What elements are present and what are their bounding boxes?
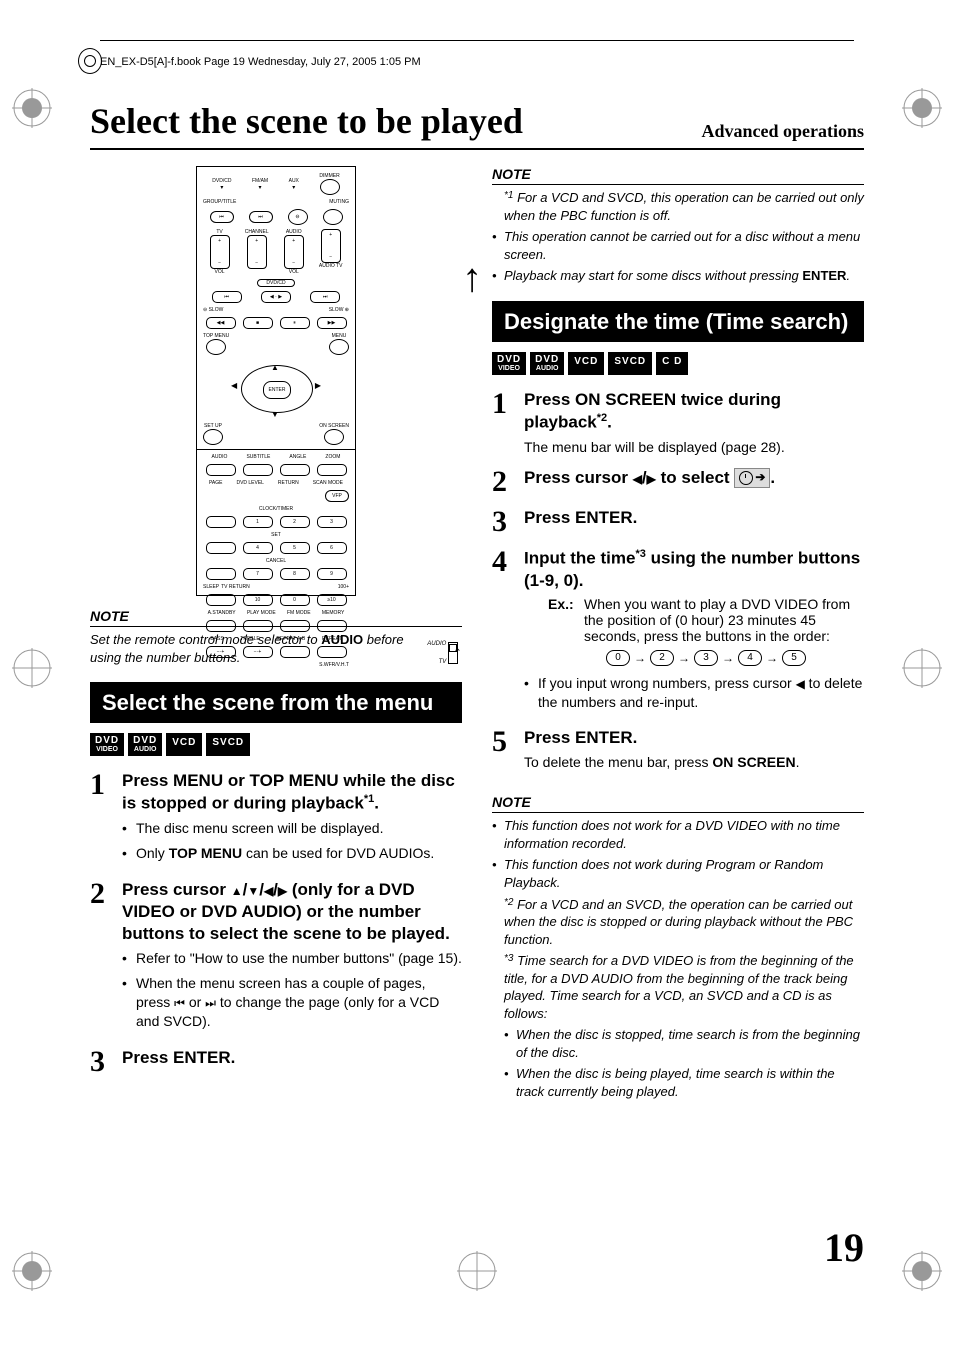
num-button-icon: 4 (738, 650, 762, 666)
note-heading: NOTE (492, 166, 864, 185)
cursor-right-icon (647, 468, 656, 487)
next-track-icon (205, 994, 216, 1010)
step: 2 Press cursor /// (only for a DVD VIDEO… (90, 879, 462, 1037)
step: 1 Press MENU or TOP MENU while the disc … (90, 770, 462, 869)
header-ornament-icon (78, 48, 102, 74)
crop-mark-icon (12, 1251, 52, 1291)
step-number: 3 (90, 1047, 112, 1077)
section-heading: Select the scene from the menu (90, 682, 462, 723)
num-button-icon: 5 (782, 650, 806, 666)
step: 3 Press ENTER. (492, 507, 864, 537)
step: 4 Input the time*3 using the number butt… (492, 547, 864, 718)
step-number: 4 (492, 547, 514, 577)
crop-mark-icon (902, 88, 942, 128)
note-subitem: When the disc is being played, time sear… (492, 1065, 864, 1100)
cursor-down-icon (247, 880, 259, 899)
cursor-left-icon (264, 880, 273, 899)
num-button-icon: 3 (694, 650, 718, 666)
step-title: Press ON SCREEN twice during playback*2. (524, 389, 864, 434)
note-item: *2 For a VCD and an SVCD, the operation … (492, 896, 864, 949)
note-item: *3 Time search for a DVD VIDEO is from t… (492, 952, 864, 1022)
crop-mark-icon (902, 648, 942, 688)
step-bullet: The disc menu screen will be displayed. (122, 819, 462, 838)
section-label: Advanced operations (701, 121, 864, 142)
step-title: Press ENTER. (524, 507, 864, 529)
step-bullet: Refer to "How to use the number buttons"… (122, 949, 462, 968)
format-badges: DVDVIDEO DVDAUDIO VCD SVCD C D (492, 352, 864, 375)
cursor-right-icon (278, 880, 287, 899)
running-head: EN_EX-D5[A]-f.book Page 19 Wednesday, Ju… (100, 56, 421, 68)
prev-track-icon (174, 994, 185, 1010)
step-title: Press ENTER. (524, 727, 864, 749)
step-bullet: If you input wrong numbers, press cursor… (524, 674, 864, 712)
step-number: 2 (90, 879, 112, 909)
crop-mark-icon (457, 1251, 497, 1291)
note-item: This function does not work for a DVD VI… (492, 817, 864, 852)
step-example: Ex.: When you want to play a DVD VIDEO f… (548, 596, 864, 644)
step-desc: To delete the menu bar, press ON SCREEN. (524, 753, 864, 772)
step: 3 Press ENTER. (90, 1047, 462, 1077)
crop-mark-icon (12, 648, 52, 688)
cursor-up-icon (231, 880, 243, 899)
up-arrow-icon: ↑ (462, 256, 482, 301)
step: 2 Press cursor / to select ➔. (492, 467, 864, 497)
mode-selector-icon: AUDIO TV ↑ (440, 640, 462, 666)
note-item: This function does not work during Progr… (492, 856, 864, 891)
step-number: 2 (492, 467, 514, 497)
step-number: 3 (492, 507, 514, 537)
number-sequence: 0→ 2→ 3→ 4→ 5 (548, 650, 864, 666)
note-subitem: When the disc is stopped, time search is… (492, 1026, 864, 1061)
cursor-left-icon (796, 675, 805, 691)
crop-mark-icon (12, 88, 52, 128)
note-heading: NOTE (492, 794, 864, 813)
step-title: Press ENTER. (122, 1047, 462, 1069)
step-title: Input the time*3 using the number button… (524, 547, 864, 592)
step-bullet: Only TOP MENU can be used for DVD AUDIOs… (122, 844, 462, 863)
note-list: *1 For a VCD and SVCD, this operation ca… (492, 189, 864, 285)
note-item: This operation cannot be carried out for… (492, 228, 864, 263)
step-number: 1 (492, 389, 514, 419)
format-badges: DVDVIDEO DVDAUDIO VCD SVCD (90, 733, 462, 756)
num-button-icon: 0 (606, 650, 630, 666)
remote-control-illustration: DVD/CD▾ FM/AM▾ AUX▾ DIMMER GROUP/TITLE M… (196, 166, 356, 596)
step: 1 Press ON SCREEN twice during playback*… (492, 389, 864, 457)
step-title: Press MENU or TOP MENU while the disc is… (122, 770, 462, 815)
cursor-left-icon (633, 468, 642, 487)
note-item: Playback may start for some discs withou… (492, 267, 864, 285)
step-title: Press cursor / to select ➔. (524, 467, 864, 489)
page-number: 19 (824, 1224, 864, 1271)
section-heading: Designate the time (Time search) (492, 301, 864, 342)
time-goto-icon: ➔ (734, 468, 770, 488)
step-bullet: When the menu screen has a couple of pag… (122, 974, 462, 1031)
step: 5 Press ENTER. To delete the menu bar, p… (492, 727, 864, 772)
step-number: 1 (90, 770, 112, 800)
crop-mark-icon (902, 1251, 942, 1291)
note-item: *1 For a VCD and SVCD, this operation ca… (492, 189, 864, 224)
step-number: 5 (492, 727, 514, 757)
step-desc: The menu bar will be displayed (page 28)… (524, 438, 864, 457)
page-title: Select the scene to be played (90, 100, 523, 142)
num-button-icon: 2 (650, 650, 674, 666)
note-list: This function does not work for a DVD VI… (492, 817, 864, 1100)
step-title: Press cursor /// (only for a DVD VIDEO o… (122, 879, 462, 945)
